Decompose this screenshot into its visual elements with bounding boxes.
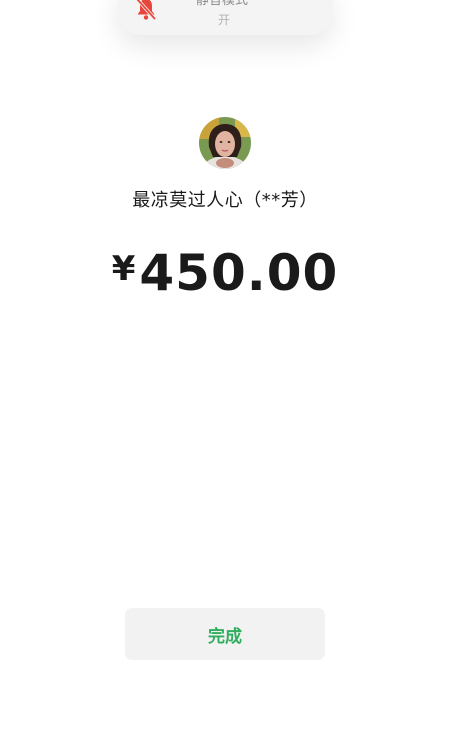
payment-success-screen: 静音模式 开 最凉莫过人心（**芳） ¥450.00 完成	[0, 0, 450, 730]
payee-name: 最凉莫过人心（**芳）	[132, 190, 318, 211]
amount-value: 450.00	[139, 244, 339, 302]
silent-mode-notification: 静音模式 开	[118, 0, 332, 35]
currency-symbol: ¥	[111, 249, 136, 289]
bell-slash-icon	[134, 0, 158, 22]
done-button[interactable]: 完成	[125, 608, 325, 660]
avatar	[199, 117, 251, 169]
payment-amount: ¥450.00	[0, 244, 450, 302]
silent-mode-title: 静音模式	[196, 0, 249, 8]
silent-mode-state: 开	[218, 13, 231, 27]
